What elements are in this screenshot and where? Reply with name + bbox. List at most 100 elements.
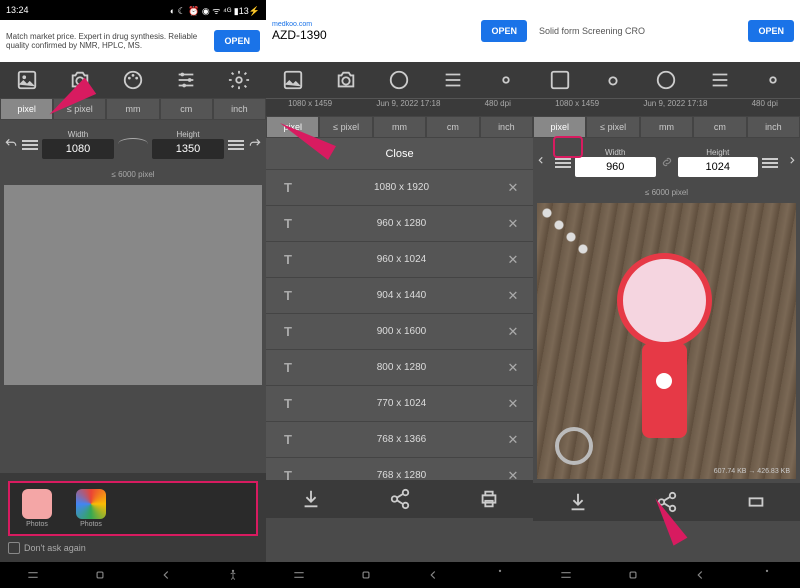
preset-item[interactable]: T1080 x 1920✕ [266, 170, 533, 206]
ad-open-button[interactable]: OPEN [748, 20, 794, 42]
width-value[interactable]: 960 [575, 157, 656, 177]
gallery-icon[interactable] [16, 69, 38, 91]
preset-list[interactable]: T1080 x 1920✕ T960 x 1280✕ T960 x 1024✕ … [266, 170, 533, 480]
ad-banner[interactable]: Match market price. Expert in drug synth… [0, 20, 266, 62]
info-date: Jun 9, 2022 17:18 [376, 99, 440, 116]
gear-icon[interactable] [495, 69, 517, 91]
accessibility-icon[interactable] [493, 568, 507, 582]
unit-pixel[interactable]: pixel [533, 116, 586, 138]
app-photos-2[interactable]: Photos [70, 489, 112, 528]
palette-icon[interactable] [122, 69, 144, 91]
preset-item[interactable]: T960 x 1024✕ [266, 242, 533, 278]
ad-banner-2[interactable]: medkoo.com AZD-1390 OPEN [266, 0, 533, 62]
unit-mm[interactable]: mm [640, 116, 693, 138]
unit-mm[interactable]: mm [106, 98, 159, 120]
home-icon[interactable] [626, 568, 640, 582]
unit-lte-pixel[interactable]: ≤ pixel [319, 116, 372, 138]
preset-item[interactable]: T900 x 1600✕ [266, 314, 533, 350]
ad-open-button[interactable]: OPEN [481, 20, 527, 42]
delete-preset-icon[interactable]: ✕ [501, 324, 525, 340]
preset-item[interactable]: T768 x 1280✕ [266, 458, 533, 480]
delete-preset-icon[interactable]: ✕ [501, 432, 525, 448]
image-info: 1080 x 1459 Jun 9, 2022 17:18 480 dpi [533, 98, 800, 116]
height-value[interactable]: 1024 [678, 157, 759, 177]
redo-icon[interactable] [782, 155, 796, 169]
delete-preset-icon[interactable]: ✕ [501, 396, 525, 412]
info-dpi: 480 dpi [752, 99, 778, 116]
preset-label: 768 x 1280 [302, 470, 501, 480]
share-icon[interactable] [389, 488, 411, 510]
presets-menu-icon-2[interactable] [762, 156, 778, 168]
dont-ask-checkbox[interactable]: Don't ask again [8, 542, 258, 554]
back-icon[interactable] [426, 568, 440, 582]
preset-item[interactable]: T800 x 1280✕ [266, 350, 533, 386]
print-icon[interactable] [745, 491, 767, 513]
sliders-icon[interactable] [709, 69, 731, 91]
gallery-icon[interactable] [549, 69, 571, 91]
print-icon[interactable] [478, 488, 500, 510]
height-box: Height 1350 [152, 130, 224, 159]
info-res: 1080 x 1459 [288, 99, 332, 116]
battery: ◐ ☾ ⏰ ◉ ᯤ ⁴ᴳ ▮13⚡ [170, 4, 260, 17]
link-icon[interactable] [660, 155, 674, 169]
unit-cm[interactable]: cm [426, 116, 479, 138]
image-preview[interactable]: 607.74 KB → 426.83 KB [537, 203, 796, 479]
preset-item[interactable]: T770 x 1024✕ [266, 386, 533, 422]
home-icon[interactable] [359, 568, 373, 582]
gallery-icon[interactable] [282, 69, 304, 91]
recents-icon[interactable] [292, 568, 306, 582]
download-icon[interactable] [567, 491, 589, 513]
accessibility-icon[interactable] [226, 568, 240, 582]
preset-label: 960 x 1280 [302, 218, 501, 229]
unit-cm[interactable]: cm [693, 116, 746, 138]
accessibility-icon[interactable] [760, 568, 774, 582]
height-value[interactable]: 1350 [152, 139, 224, 159]
width-value[interactable]: 1080 [42, 139, 114, 159]
sliders-icon[interactable] [175, 69, 197, 91]
presets-menu-icon-2[interactable] [228, 138, 244, 150]
recents-icon[interactable] [559, 568, 573, 582]
preset-item[interactable]: T960 x 1280✕ [266, 206, 533, 242]
width-box: Width 1080 [42, 130, 114, 159]
preset-label: 768 x 1366 [302, 434, 501, 445]
back-icon[interactable] [693, 568, 707, 582]
unit-lte-pixel[interactable]: ≤ pixel [586, 116, 639, 138]
delete-preset-icon[interactable]: ✕ [501, 288, 525, 304]
system-nav [266, 562, 533, 588]
unit-cm[interactable]: cm [160, 98, 213, 120]
download-icon[interactable] [300, 488, 322, 510]
image-info: 1080 x 1459 Jun 9, 2022 17:18 480 dpi [266, 98, 533, 116]
preset-item[interactable]: T768 x 1366✕ [266, 422, 533, 458]
presets-menu-icon[interactable] [22, 138, 38, 150]
gear-icon[interactable] [228, 69, 250, 91]
ad-open-button[interactable]: OPEN [214, 30, 260, 52]
bottom-toolbar [266, 480, 533, 518]
recents-icon[interactable] [26, 568, 40, 582]
delete-preset-icon[interactable]: ✕ [501, 360, 525, 376]
swap-arc[interactable] [118, 138, 148, 150]
sliders-icon[interactable] [442, 69, 464, 91]
undo-icon[interactable] [4, 137, 18, 151]
unit-mm[interactable]: mm [373, 116, 426, 138]
delete-preset-icon[interactable]: ✕ [501, 252, 525, 268]
delete-preset-icon[interactable]: ✕ [501, 180, 525, 196]
unit-inch[interactable]: inch [747, 116, 800, 138]
camera-icon[interactable] [335, 69, 357, 91]
unit-inch[interactable]: inch [213, 98, 266, 120]
unit-inch[interactable]: inch [480, 116, 533, 138]
undo-icon[interactable] [537, 155, 551, 169]
delete-preset-icon[interactable]: ✕ [501, 216, 525, 232]
home-icon[interactable] [93, 568, 107, 582]
preset-item[interactable]: T904 x 1440✕ [266, 278, 533, 314]
back-icon[interactable] [159, 568, 173, 582]
delete-preset-icon[interactable]: ✕ [501, 468, 525, 481]
gear-icon[interactable] [762, 69, 784, 91]
camera-icon[interactable] [602, 69, 624, 91]
redo-icon[interactable] [248, 137, 262, 151]
ad-banner-3[interactable]: Solid form Screening CRO OPEN [533, 0, 800, 62]
top-toolbar [0, 62, 266, 98]
app-photos-1[interactable]: Photos [16, 489, 58, 528]
palette-icon[interactable] [388, 69, 410, 91]
palette-icon[interactable] [655, 69, 677, 91]
app-label: Photos [26, 521, 48, 528]
